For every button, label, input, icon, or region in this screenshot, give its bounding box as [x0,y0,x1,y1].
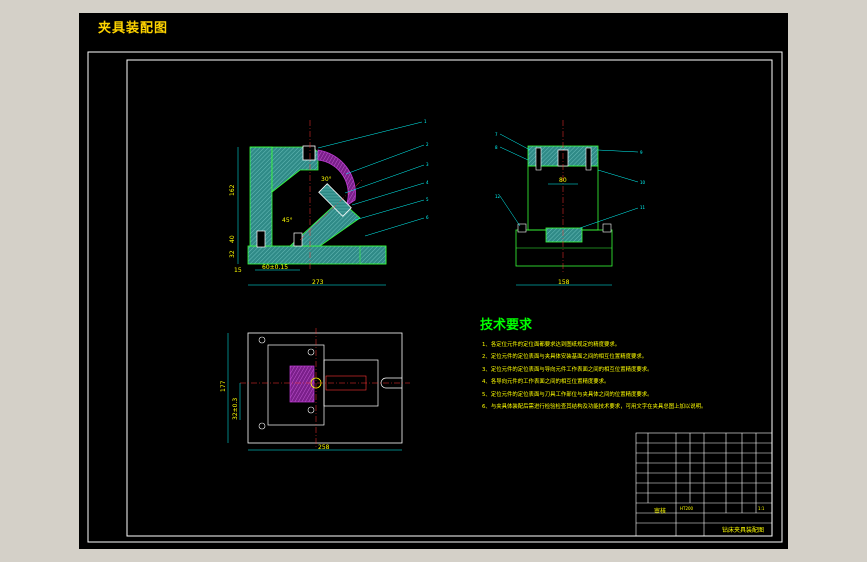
base-plate [247,245,387,265]
svg-text:10: 10 [640,180,646,185]
dim-258: 258 [318,444,330,451]
dim-273: 273 [312,279,324,286]
svg-text:8: 8 [495,145,498,150]
drill-bushing [302,145,316,161]
top-base [247,332,403,444]
svg-text:12: 12 [495,194,501,199]
title-block-designer: 审核 [654,507,666,515]
tech-req-item: 6、与夹具体装配后需进行检验检查其结构及功能技术要求，可用文字在夹具总图上加以说… [482,404,707,411]
tech-req-item: 4、各导向元件的工作表面之间的相互位置精度要求。 [482,379,610,386]
tech-req-list: 1、各定位元件的定位面都要求达到图纸规定的精度要求。 2、定位元件的定位表面与夹… [482,339,706,413]
dim-32-tol: 32±0.3 [232,398,239,420]
side-bolt-right [585,147,592,171]
angle-45: 45° [282,217,293,224]
svg-text:1: 1 [424,119,427,124]
angle-30: 30° [321,176,332,183]
title-block-scale: 1:1 [758,506,765,511]
tech-req-heading: 技术要求 [480,318,533,333]
front-view: 162 32 40 15 60±0.15 273 30° 45° 1 2 3 4… [229,119,429,286]
svg-text:3: 3 [426,162,429,167]
dim-32: 32 [229,250,236,258]
side-view: 80 158 7 8 9 10 11 12 [495,120,646,286]
inner-frame [126,59,773,537]
svg-text:2: 2 [426,142,429,147]
dim-80: 80 [559,177,567,184]
tech-req-item: 2、定位元件的定位表面与夹具体安装基面之间的相互位置精度要求。 [482,354,648,361]
dim-60: 60±0.15 [262,264,288,271]
dim-40: 40 [229,235,236,243]
tech-req-item: 5、定位元件的定位表面与刀具工作部位与夹具体之间的位置精度要求。 [482,391,653,398]
svg-text:6: 6 [426,215,429,220]
svg-text:9: 9 [640,150,643,155]
tech-req-item: 1、各定位元件的定位面都要求达到图纸规定的精度要求。 [482,342,621,348]
svg-text:5: 5 [426,197,429,202]
side-locator [545,227,583,243]
title-block-material: HT200 [680,506,694,511]
base-screw-left [256,230,266,248]
dim-158: 158 [558,279,570,286]
top-view: 177 32±0.3 258 [220,328,410,451]
tech-req-item: 3、定位元件的定位表面与导向元件工作表面之间的相互位置精度要求。 [482,366,653,373]
side-bolt-left [535,147,542,171]
svg-text:4: 4 [426,180,429,185]
title-block [635,432,773,537]
dim-177: 177 [220,380,227,392]
top-arc-part [289,365,315,403]
dim-15: 15 [234,267,242,274]
title-block-name: 钻床夹具装配图 [722,526,764,534]
outer-frame [87,51,783,543]
svg-text:11: 11 [640,205,646,210]
assembly-drawing: 162 32 40 15 60±0.15 273 30° 45° 1 2 3 4… [87,51,783,543]
dim-162: 162 [229,184,236,196]
svg-text:7: 7 [495,132,498,137]
